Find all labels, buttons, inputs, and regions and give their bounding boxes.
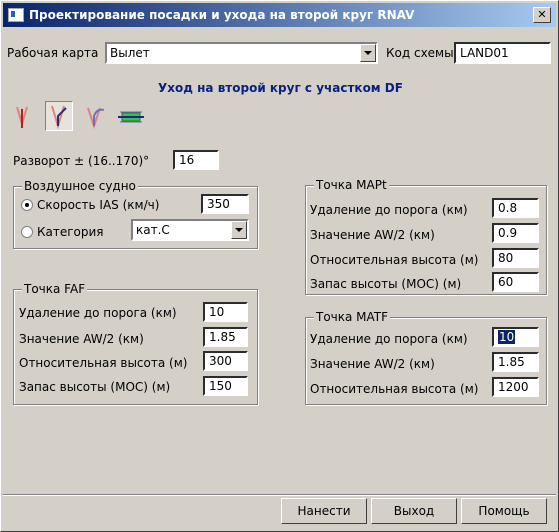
turn-approach-icon[interactable] [45,101,73,131]
matf-aw-label: Значение AW/2 (км) [310,357,435,371]
map-select[interactable]: Вылет [105,42,378,64]
ias-label: Скорость IAS (км/ч) [37,198,160,212]
chevron-down-icon[interactable] [360,44,376,62]
category-select-value: кат.C [136,223,170,237]
mapt-aw-label: Значение AW/2 (км) [310,228,435,242]
straight-approach-icon[interactable] [9,104,35,130]
faf-height-input[interactable]: 300 [203,351,248,371]
mapt-height-label: Относительная высота (м) [310,253,479,267]
matf-distance-value: 10 [498,330,516,344]
df-segment-icon[interactable] [116,104,144,130]
category-radio[interactable] [21,226,33,238]
faf-aw-input[interactable]: 1.85 [203,327,248,347]
turn-input[interactable]: 16 [173,150,219,170]
ias-radio[interactable] [21,199,33,211]
matf-distance-input[interactable]: 10 [492,327,539,347]
map-select-value: Вылет [110,46,150,60]
mapt-moc-input[interactable]: 60 [492,272,539,292]
close-icon: ✕ [537,8,547,21]
window-icon [8,8,24,22]
matf-group-title: Точка MATF [314,310,391,324]
faf-height-label: Относительная высота (м) [19,356,188,370]
mapt-group-title: Точка MAPt [314,178,389,192]
category-label: Категория [37,225,104,239]
faf-group-title: Точка FAF [22,282,88,296]
scheme-label: Код схемы [386,46,454,60]
matf-height-input[interactable]: 1200 [492,377,539,397]
category-select[interactable]: кат.C [131,219,249,241]
mapt-distance-input[interactable]: 0.8 [492,198,539,218]
faf-distance-input[interactable]: 10 [203,302,248,322]
aircraft-group-title: Воздушное судно [22,179,138,193]
chevron-down-icon[interactable] [231,221,247,239]
help-button[interactable]: Помощь [461,498,547,524]
button-bar-divider [3,494,556,496]
ias-input[interactable]: 350 [201,194,249,214]
turn-label: Разворот ± (16..170)° [13,154,150,168]
curved-turn-icon[interactable] [83,104,109,130]
exit-button[interactable]: Выход [371,498,457,524]
mapt-distance-label: Удаление до порога (км) [310,203,468,217]
matf-aw-input[interactable]: 1.85 [492,352,539,372]
faf-distance-label: Удаление до порога (км) [19,306,177,320]
apply-button[interactable]: Нанести [281,498,367,524]
faf-moc-input[interactable]: 150 [203,376,248,396]
close-button[interactable]: ✕ [533,7,551,23]
map-label: Рабочая карта [7,46,99,60]
scheme-code-input[interactable]: LAND01 [454,42,551,64]
matf-height-label: Относительная высота (м) [310,382,479,396]
faf-moc-label: Запас высоты (МОС) (м) [19,380,171,394]
mapt-moc-label: Запас высоты (МОС) (м) [310,277,462,291]
mapt-height-input[interactable]: 80 [492,248,539,268]
dialog-window: Проектирование посадки и ухода на второй… [0,0,559,532]
mapt-aw-input[interactable]: 0.9 [492,223,539,243]
title-bar[interactable]: Проектирование посадки и ухода на второй… [3,3,556,27]
matf-distance-label: Удаление до порога (км) [310,332,468,346]
section-heading: Уход на второй круг с участком DF [158,81,403,95]
window-title: Проектирование посадки и ухода на второй… [29,8,415,22]
faf-aw-label: Значение AW/2 (км) [19,332,144,346]
